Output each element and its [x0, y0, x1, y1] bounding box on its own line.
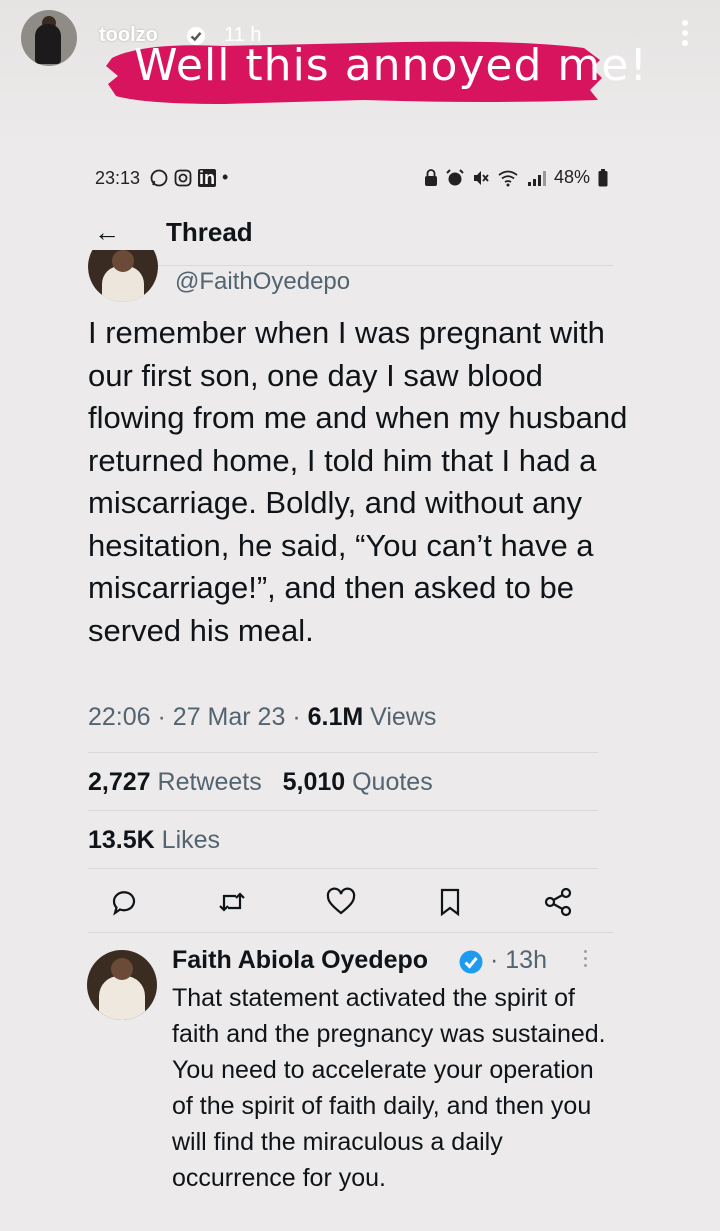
back-arrow-icon[interactable]: ←	[94, 217, 120, 248]
author-avatar[interactable]	[88, 250, 158, 302]
likes-stat[interactable]: 13.5K Likes	[88, 826, 220, 855]
alarm-icon	[446, 168, 464, 185]
share-icon[interactable]	[542, 886, 574, 918]
dot-icon: •	[222, 167, 229, 187]
author-handle[interactable]: @FaithOyedepo	[175, 268, 350, 296]
banner-text: Well this annoyed me!	[134, 40, 648, 91]
likes-count: 13.5K	[88, 826, 155, 854]
tweet-time[interactable]: 22:06	[88, 703, 151, 731]
status-time: 23:13	[95, 168, 141, 188]
tweet-actions	[88, 880, 598, 924]
reply-time-value[interactable]: 13h	[505, 946, 547, 974]
signal-icon	[528, 170, 546, 186]
verified-badge-icon	[459, 950, 483, 974]
reply-more-icon[interactable]	[584, 950, 590, 972]
reply-icon[interactable]	[108, 886, 140, 918]
like-icon[interactable]	[325, 886, 357, 918]
views-count: 6.1M	[307, 703, 364, 731]
battery-percent: 48%	[554, 167, 591, 187]
divider	[88, 868, 598, 869]
tweet-date[interactable]: 27 Mar 23	[173, 703, 286, 731]
battery-icon	[598, 168, 608, 186]
views-label: Views	[370, 703, 437, 731]
tweet-meta: 22:06 · 27 Mar 23 · 6.1M Views	[88, 703, 437, 731]
likes-label: Likes	[161, 826, 221, 854]
status-bar: 23:13 in • 48%	[0, 158, 720, 198]
reply-time: · 13h	[490, 946, 547, 974]
retweets-count: 2,727	[88, 768, 151, 796]
divider	[88, 752, 598, 753]
divider	[88, 932, 613, 933]
reply-author-avatar[interactable]	[87, 950, 157, 1020]
quotes-stat[interactable]: 5,010 Quotes	[283, 768, 433, 796]
more-options-icon[interactable]	[682, 20, 690, 50]
tweet-text: I remember when I was pregnant with our …	[88, 315, 628, 648]
retweet-icon[interactable]	[216, 886, 248, 918]
linkedin-icon: in	[198, 167, 216, 188]
reply-author-name[interactable]: Faith Abiola Oyedepo	[172, 946, 428, 975]
retweet-quote-stats: 2,727 Retweets 5,010 Quotes	[88, 768, 433, 797]
reply-text: That statement activated the spirit of f…	[172, 984, 606, 1192]
divider	[88, 265, 613, 266]
divider	[88, 810, 598, 811]
story-avatar[interactable]	[21, 10, 77, 66]
whatsapp-icon	[150, 169, 168, 186]
bookmark-icon[interactable]	[434, 886, 466, 918]
instagram-icon	[174, 169, 192, 186]
quotes-count: 5,010	[282, 768, 346, 796]
retweets-label: Retweets	[157, 768, 262, 796]
page-title: Thread	[166, 217, 253, 247]
quotes-label: Quotes	[352, 768, 433, 796]
retweets-stat[interactable]: 2,727 Retweets	[88, 768, 269, 796]
mute-icon	[474, 170, 489, 185]
lock-icon	[425, 168, 437, 186]
wifi-icon	[498, 170, 518, 186]
